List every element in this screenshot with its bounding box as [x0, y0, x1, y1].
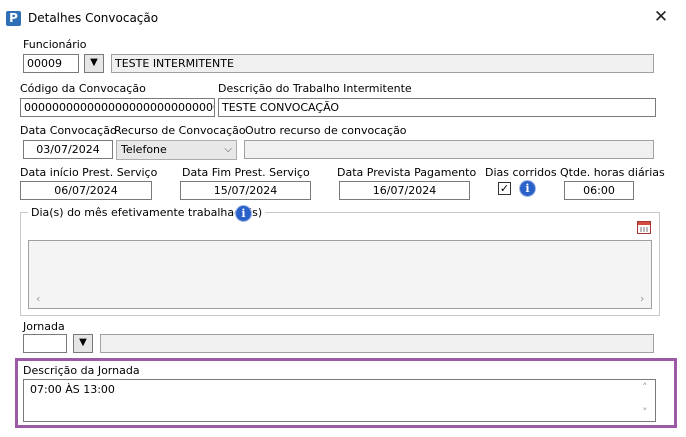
jornada-name-field [100, 334, 654, 353]
pagamento-label: Data Prevista Pagamento [337, 166, 477, 179]
data-convocacao-input[interactable]: 03/07/2024 [23, 140, 113, 159]
recurso-label: Recurso de Convocação [114, 124, 246, 137]
dias-mes-list[interactable] [28, 240, 652, 309]
horas-input[interactable]: 06:00 [564, 181, 634, 200]
fim-label: Data Fim Prest. Serviço [182, 166, 310, 179]
jornada-code-input[interactable] [23, 334, 67, 353]
codigo-label: Código da Convocação [20, 82, 146, 95]
funcionario-name-field: TESTE INTERMITENTE [111, 54, 654, 73]
horas-label: Qtde. horas diárias [560, 166, 665, 179]
descricao-trabalho-label: Descrição do Trabalho Intermitente [218, 82, 412, 95]
recurso-value: Telefone [121, 143, 167, 156]
outro-recurso-label: Outro recurso de convocação [245, 124, 407, 137]
scroll-down-icon[interactable]: ˅ [642, 406, 648, 419]
descricao-jornada-textarea[interactable]: 07:00 ÀS 13:00 [23, 379, 656, 422]
scroll-left-icon[interactable]: ‹ [36, 292, 40, 305]
inicio-label: Data início Prest. Serviço [20, 166, 158, 179]
chevron-down-icon: ⌵ [224, 144, 232, 155]
info-icon[interactable]: i [236, 206, 251, 221]
scroll-right-icon[interactable]: › [640, 292, 644, 305]
jornada-label: Jornada [23, 320, 65, 333]
funcionario-label: Funcionário [23, 38, 87, 51]
dias-mes-label: Dia(s) do mês efetivamente trabalhado(s) [28, 206, 266, 219]
fim-input[interactable]: 15/07/2024 [180, 181, 311, 200]
funcionario-code-input[interactable]: 00009 [23, 54, 79, 73]
outro-recurso-field [244, 140, 654, 159]
scroll-up-icon[interactable]: ˄ [642, 381, 648, 394]
info-icon[interactable]: i [520, 181, 535, 196]
jornada-lookup-button[interactable]: ▼ [73, 334, 93, 353]
codigo-convocacao-input[interactable]: 00000000000000000000000000002 [20, 98, 215, 117]
data-convocacao-label: Data Convocação [20, 124, 117, 137]
pagamento-input[interactable]: 16/07/2024 [339, 181, 470, 200]
funcionario-lookup-button[interactable]: ▼ [84, 54, 104, 73]
descricao-jornada-label: Descrição da Jornada [23, 364, 140, 377]
inicio-input[interactable]: 06/07/2024 [20, 181, 152, 200]
close-icon[interactable]: ✕ [652, 8, 670, 26]
descricao-trabalho-input[interactable]: TESTE CONVOCAÇÃO [218, 98, 656, 117]
recurso-select[interactable]: Telefone ⌵ [116, 140, 237, 160]
dias-corridos-label: Dias corridos [485, 166, 557, 179]
descricao-jornada-value: 07:00 ÀS 13:00 [30, 383, 115, 396]
dias-corridos-checkbox[interactable]: ✓ [498, 182, 511, 195]
calendar-icon[interactable] [637, 221, 651, 234]
app-icon: P [6, 11, 21, 26]
window-title: Detalhes Convocação [28, 11, 159, 25]
